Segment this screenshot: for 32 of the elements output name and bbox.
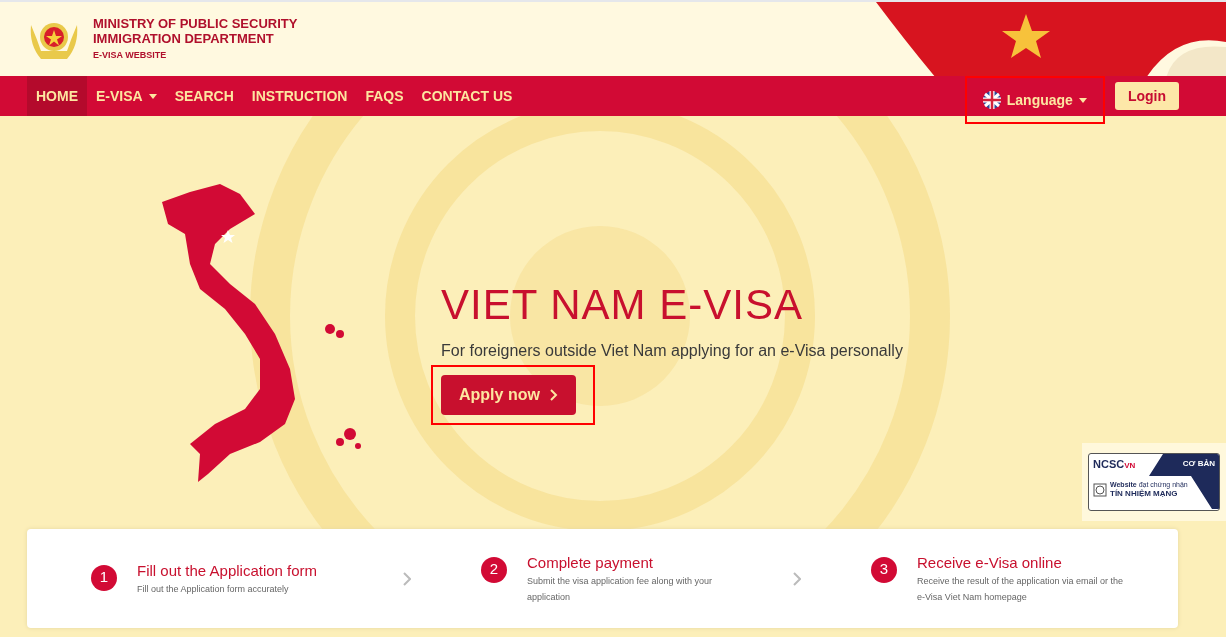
step-number: 2: [481, 556, 507, 583]
nav-link[interactable]: FAQS: [356, 76, 413, 116]
step-title: Complete payment: [527, 552, 654, 573]
chevron-right-icon: [403, 571, 411, 586]
nav-link[interactable]: HOME: [27, 76, 87, 116]
nav-link[interactable]: INSTRUCTION: [242, 76, 357, 116]
nav-link[interactable]: E-VISA: [87, 76, 166, 116]
nav-link[interactable]: CONTACT US: [412, 76, 522, 116]
nav-link[interactable]: SEARCH: [165, 76, 243, 116]
step-description: Receive the result of the application via email or the e-Visa Viet Nam homepage: [917, 574, 1125, 604]
ministry-title: IMMIGRATION DEPARTMENT: [93, 30, 275, 46]
badge-title: TÍN NHIỆM MẠNG: [1110, 489, 1179, 499]
badge-level: CƠ BẢN: [1182, 458, 1215, 470]
caret-icon: [1078, 97, 1087, 103]
step-description: Fill out the Application form accurately: [137, 582, 290, 596]
step-number: 1: [91, 564, 117, 591]
step-title: Fill out the Application form: [137, 560, 319, 581]
caret-icon: [148, 93, 157, 99]
ministry-title: MINISTRY OF PUBLIC SECURITY: [93, 15, 298, 31]
chevron-right-icon: [793, 571, 801, 586]
step-title: Receive e-Visa online: [917, 552, 1063, 573]
language-button[interactable]: Language: [982, 89, 1087, 111]
hero-title: VIET NAM E-VISA: [441, 281, 804, 329]
apply-now-button[interactable]: Apply now: [441, 375, 576, 415]
site-subtitle: E-VISA WEBSITE: [93, 48, 168, 62]
uk-flag-icon: [982, 91, 1001, 109]
login-button[interactable]: Login: [1114, 82, 1179, 110]
chevron-right-icon: [549, 389, 558, 401]
badge-brand: NCSCVN: [1093, 458, 1136, 472]
step-number: 3: [871, 556, 897, 583]
step-description: Submit the visa application fee along with your application: [527, 574, 714, 604]
hero-subtitle: For foreigners outside Viet Nam applying for an e-Visa personally: [441, 341, 903, 361]
